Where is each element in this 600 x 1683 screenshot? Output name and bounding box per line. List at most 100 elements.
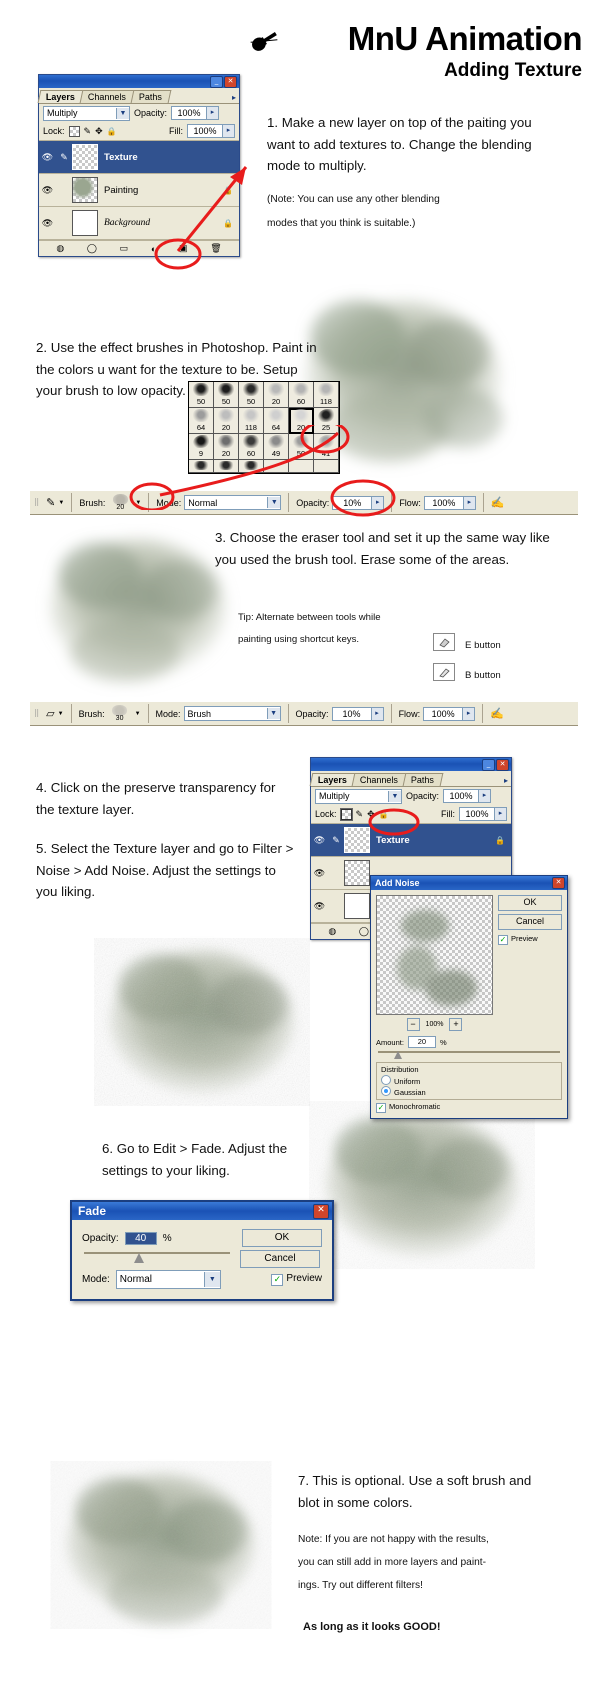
drag-handle[interactable]: ⣿ [34, 710, 39, 717]
radio-icon[interactable] [381, 1086, 391, 1096]
eye-icon[interactable]: 👁 [311, 868, 328, 879]
folder-icon[interactable]: ▭ [120, 243, 129, 254]
mask-icon[interactable]: ◯ [87, 243, 97, 254]
brush-preset-cell[interactable]: 64 [264, 408, 289, 434]
new-layer-icon[interactable]: ▣ [179, 243, 188, 254]
layers-panel-bottom-bar[interactable]: ◍ ◯ ▭ ◐ ▣ 🗑 [39, 240, 239, 256]
opacity-value[interactable]: 10% [332, 495, 373, 510]
close-icon[interactable]: ✕ [313, 1203, 329, 1219]
brush-preset-cell[interactable] [264, 460, 289, 473]
brush-preset-cell[interactable] [239, 460, 264, 473]
brush-preset-cell[interactable]: 118 [314, 382, 339, 408]
adjustment-icon[interactable]: ◐ [151, 244, 156, 254]
brush-preset-cell[interactable]: 60 [239, 434, 264, 460]
layer-thumbnail[interactable] [344, 827, 370, 853]
brush-preset-cell[interactable] [214, 460, 239, 473]
brush-preset-cell[interactable]: 50 [214, 382, 239, 408]
paint-lock-icon[interactable]: ✎ [356, 809, 364, 820]
tab-paths[interactable]: Paths [402, 773, 444, 786]
layer-row-background[interactable]: 👁 Background 🔒 [39, 207, 239, 240]
chevron-down-icon[interactable]: ▼ [388, 790, 401, 802]
flow-slider-arrow[interactable]: ▸ [463, 495, 476, 510]
tool-preset-chevron-icon[interactable]: ▼ [58, 500, 64, 506]
checkbox-icon[interactable]: ✓ [498, 935, 508, 945]
radio-uniform[interactable]: Uniform [381, 1075, 557, 1086]
close-icon[interactable]: ✕ [552, 877, 565, 889]
fx-icon[interactable]: ◍ [328, 926, 336, 937]
amount-slider[interactable] [378, 1051, 560, 1059]
opacity-slider-arrow[interactable]: ▸ [371, 706, 384, 721]
layer-thumbnail[interactable] [344, 893, 370, 919]
brush-preset-cell[interactable]: 20 [264, 382, 289, 408]
cancel-button[interactable]: Cancel [498, 914, 562, 930]
eraser-options-bar[interactable]: ⣿ ▱ ▼ Brush: 30 ▼ Mode: Brush ▼ Opacity:… [30, 701, 578, 726]
dialog-preview-canvas[interactable] [376, 895, 493, 1015]
brush-size-preview[interactable]: 20 [108, 493, 133, 512]
brush-picker-grid[interactable]: 50 50 50 20 60 118 64 20 118 64 20 25 9 20 60 49 50 41 [188, 381, 340, 474]
pencil-icon[interactable]: ✎ [328, 835, 344, 846]
airbrush-icon[interactable]: ✍ [490, 707, 504, 720]
pencil-icon[interactable]: ✎ [56, 152, 72, 163]
tab-layers[interactable]: Layers [309, 773, 357, 786]
opacity-slider[interactable]: Cancel [84, 1250, 320, 1268]
layer-thumbnail[interactable] [72, 144, 98, 170]
layers-panel[interactable]: _ ✕ Layers Channels Paths ▸ Multiply ▼ O… [37, 74, 240, 257]
brush-preset-cell[interactable]: 50 [289, 434, 314, 460]
layer-row-texture[interactable]: 👁 ✎ Texture 🔒 [311, 824, 511, 857]
blend-mode-row[interactable]: Multiply ▼ Opacity: 100% ▸ [311, 787, 511, 805]
radio-gaussian[interactable]: Gaussian [381, 1086, 557, 1097]
minimize-icon[interactable]: _ [482, 758, 495, 771]
lock-row[interactable]: Lock: ✎ ✥ 🔒 Fill: 100% ▸ [311, 805, 511, 824]
move-lock-icon[interactable]: ✥ [367, 809, 375, 820]
all-lock-icon[interactable]: 🔒 [379, 810, 389, 819]
tab-channels[interactable]: Channels [351, 773, 408, 786]
brush-chevron-icon[interactable]: ▼ [135, 711, 141, 717]
brush-size-preview[interactable]: 30 [107, 704, 132, 723]
panel-menu-icon[interactable]: ▸ [504, 776, 508, 785]
trash-icon[interactable]: 🗑 [210, 243, 221, 254]
ok-button[interactable]: OK [498, 895, 562, 911]
drag-handle[interactable]: ⣿ [34, 499, 39, 506]
tool-preset-chevron-icon[interactable]: ▼ [58, 711, 64, 717]
flow-slider-arrow[interactable]: ▸ [463, 706, 476, 721]
brush-preset-cell[interactable]: 20 [214, 434, 239, 460]
flow-value[interactable]: 100% [423, 706, 464, 721]
eye-icon[interactable]: 👁 [39, 218, 56, 229]
brush-options-bar[interactable]: ⣿ ✎ ▼ Brush: 20 ▼ Mode: Normal ▼ Opacity… [30, 490, 578, 515]
brush-preset-cell[interactable]: 41 [314, 434, 339, 460]
mode-select[interactable]: Normal ▼ [115, 1270, 221, 1289]
ok-button[interactable]: OK [242, 1229, 322, 1247]
fill-value[interactable]: 100% [187, 124, 223, 138]
fade-dialog[interactable]: Fade ✕ Opacity: 40 % OK Cancel Mode: Nor… [70, 1200, 334, 1301]
amount-row[interactable]: Amount: 20 % [376, 1036, 562, 1048]
layer-row-painting[interactable]: 👁 Painting 🔒 [39, 174, 239, 207]
eye-icon[interactable]: 👁 [39, 152, 56, 163]
zoom-in-button[interactable]: + [449, 1018, 463, 1031]
chevron-down-icon[interactable]: ▼ [267, 497, 281, 508]
panel-tabs[interactable]: Layers Channels Paths ▸ [37, 88, 239, 104]
preserve-transparency-icon[interactable] [68, 125, 80, 137]
opacity-slider-arrow[interactable]: ▸ [207, 106, 220, 120]
tab-paths[interactable]: Paths [130, 90, 172, 103]
minimize-icon[interactable]: _ [210, 75, 223, 88]
cancel-button[interactable]: Cancel [240, 1250, 320, 1268]
eye-icon[interactable]: 👁 [311, 835, 328, 846]
zoom-out-button[interactable]: − [406, 1018, 420, 1031]
opacity-slider-arrow[interactable]: ▸ [372, 495, 385, 510]
brush-preset-cell[interactable]: 25 [314, 408, 339, 434]
lock-row[interactable]: Lock: ✎ ✥ 🔒 Fill: 100% ▸ [39, 122, 239, 141]
close-icon[interactable]: ✕ [224, 75, 237, 88]
panel-menu-icon[interactable]: ▸ [232, 93, 236, 102]
amount-value[interactable]: 20 [407, 1036, 436, 1048]
move-lock-icon[interactable]: ✥ [95, 126, 103, 137]
brush-preset-cell[interactable]: 20 [214, 408, 239, 434]
opacity-value[interactable]: 10% [331, 706, 372, 721]
all-lock-icon[interactable]: 🔒 [107, 127, 117, 136]
flow-value[interactable]: 100% [423, 495, 464, 510]
monochromatic-checkbox[interactable]: ✓ Monochromatic [376, 1102, 562, 1113]
preview-checkbox[interactable]: ✓ Preview [271, 1273, 322, 1286]
fill-value[interactable]: 100% [459, 807, 495, 821]
brush-preset-cell[interactable]: 64 [189, 408, 214, 434]
airbrush-icon[interactable]: ✍ [491, 496, 505, 509]
close-icon[interactable]: ✕ [496, 758, 509, 771]
